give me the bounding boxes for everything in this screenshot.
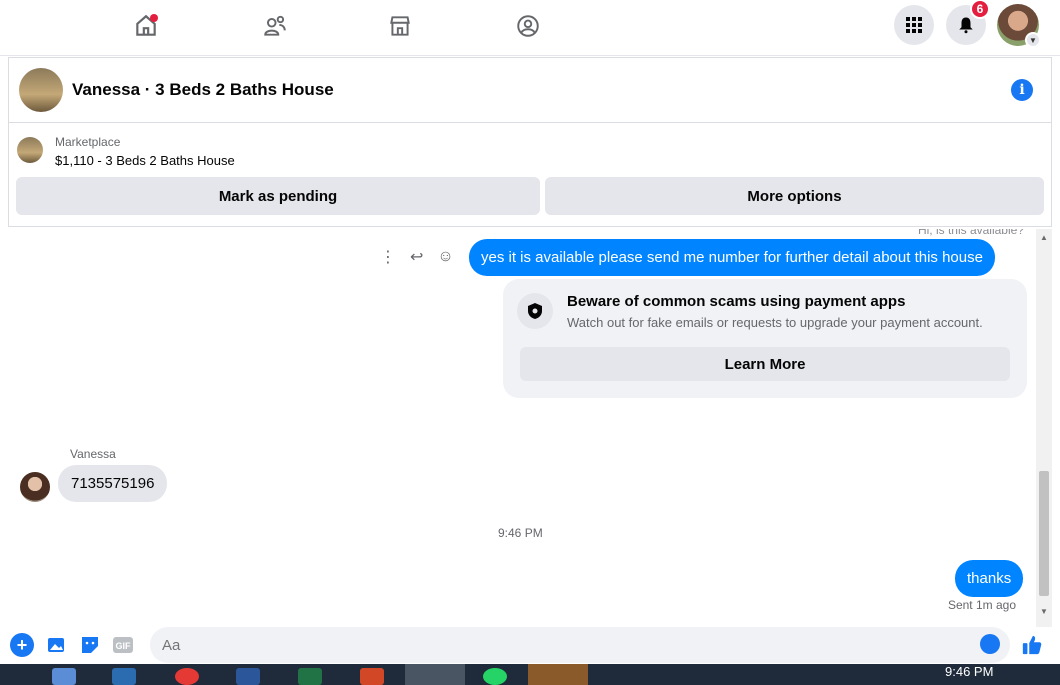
marketplace-label: Marketplace [55,135,121,149]
scroll-up-icon[interactable]: ▲ [1040,233,1048,242]
powerpoint-icon[interactable] [360,668,384,685]
photo-icon[interactable] [45,633,69,657]
whatsapp-icon[interactable] [483,668,507,685]
message-composer: + GIF [0,627,1060,663]
scroll-down-icon[interactable]: ▼ [1040,607,1048,616]
react-emoji-icon[interactable]: ☺ [437,248,453,266]
groups-icon[interactable] [508,8,548,44]
app-icon[interactable] [112,668,136,685]
system-clock[interactable]: 9:46 PM [945,664,993,679]
active-app-tile[interactable] [405,664,465,685]
gif-label: GIF [116,641,132,651]
outgoing-message[interactable]: thanks [955,560,1024,597]
message-actions: ⋮ ↩ ☺ [380,247,454,267]
home-icon[interactable] [126,8,166,44]
outgoing-message[interactable]: yes it is available please send me numbe… [469,239,995,276]
top-navigation: 6 ▼ [0,0,1060,56]
more-options-button[interactable]: More options [545,177,1044,215]
add-icon[interactable]: + [10,633,34,657]
friends-icon[interactable] [255,8,295,44]
marketplace-icon[interactable] [380,8,420,44]
listing-thumbnail[interactable] [17,137,43,163]
chevron-down-icon[interactable]: ▼ [1025,32,1041,48]
emoji-icon[interactable] [980,634,1000,654]
message-input[interactable] [150,627,1010,663]
listing-price[interactable]: $1,110 - 3 Beds 2 Baths House [55,153,235,168]
scam-warning-title: Beware of common scams using payment app… [567,293,906,310]
chrome-icon[interactable] [175,668,199,685]
sent-status: Sent 1m ago [947,598,1016,612]
shield-icon [517,293,553,329]
excel-icon[interactable] [298,668,322,685]
marketplace-card: Marketplace $1,110 - 3 Beds 2 Baths Hous… [8,123,1052,227]
listing-avatar[interactable] [19,68,63,112]
scam-warning-card: Beware of common scams using payment app… [503,279,1027,398]
time-divider: 9:46 PM [498,526,543,540]
sender-name: Vanessa [70,447,116,461]
learn-more-button[interactable]: Learn More [520,347,1010,381]
sticker-icon[interactable] [78,633,102,657]
scrollbar-thumb[interactable] [1039,471,1049,596]
active-app-tile[interactable] [528,664,588,685]
sender-avatar[interactable] [20,472,50,502]
reply-icon[interactable]: ↩ [410,247,423,267]
messenger-panel: Vanessa · 3 Beds 2 Baths House i Marketp… [0,57,1060,685]
app-icon[interactable] [52,668,76,685]
more-icon[interactable]: ⋮ [380,247,396,267]
notifications-bell-icon[interactable]: 6 [946,0,990,45]
gif-icon[interactable]: GIF [111,633,135,657]
scrollbar[interactable]: ▲ ▼ [1036,229,1052,627]
message-list[interactable]: Hi, is this available? ⋮ ↩ ☺ yes it is a… [0,229,1036,627]
os-taskbar: 9:46 PM [0,664,1060,685]
like-icon[interactable] [1020,633,1044,657]
mark-pending-button[interactable]: Mark as pending [16,177,540,215]
menu-grid-icon[interactable] [894,5,934,45]
notification-count-badge: 6 [970,0,990,19]
chat-title[interactable]: Vanessa · 3 Beds 2 Baths House [72,80,334,100]
word-icon[interactable] [236,668,260,685]
faded-message: Hi, is this available? [917,229,1024,237]
scam-warning-subtitle: Watch out for fake emails or requests to… [567,315,983,330]
chat-header: Vanessa · 3 Beds 2 Baths House i [8,57,1052,123]
info-icon[interactable]: i [1011,79,1033,101]
incoming-message[interactable]: 7135575196 [58,465,168,502]
home-notification-dot [150,14,158,22]
